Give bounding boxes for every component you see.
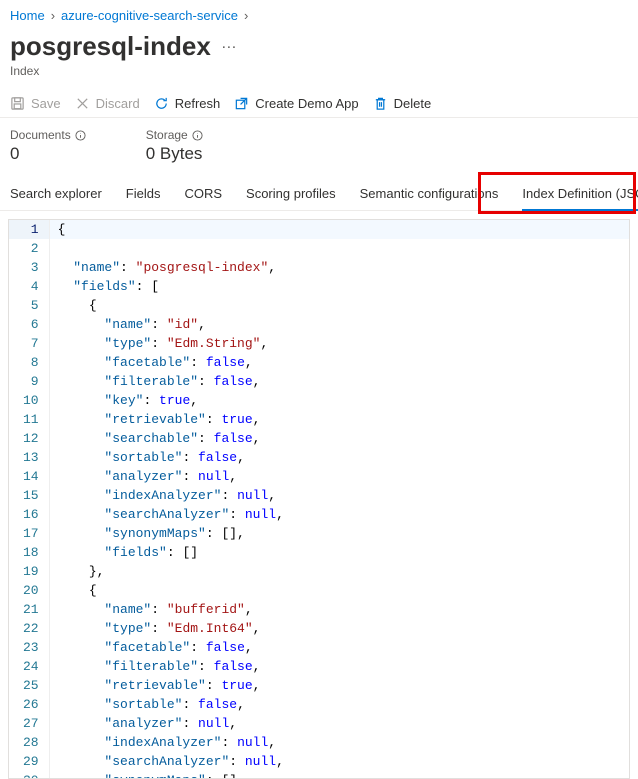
discard-button: Discard xyxy=(75,96,140,111)
stats-row: Documents 0 Storage 0 Bytes xyxy=(0,118,638,178)
more-actions-button[interactable]: … xyxy=(221,35,237,59)
chevron-right-icon: › xyxy=(244,8,248,23)
breadcrumb: Home › azure-cognitive-search-service › xyxy=(0,0,638,27)
close-icon xyxy=(75,96,90,111)
page-title: posgresql-index xyxy=(10,31,211,62)
chevron-right-icon: › xyxy=(51,8,55,23)
tabs: Search explorer Fields CORS Scoring prof… xyxy=(0,178,638,211)
breadcrumb-home[interactable]: Home xyxy=(10,8,45,23)
create-demo-app-button[interactable]: Create Demo App xyxy=(234,96,358,111)
discard-label: Discard xyxy=(96,96,140,111)
tab-semantic-configurations[interactable]: Semantic configurations xyxy=(360,178,499,210)
breadcrumb-service[interactable]: azure-cognitive-search-service xyxy=(61,8,238,23)
json-editor[interactable]: 1234567891011121314151617181920212223242… xyxy=(8,219,630,779)
trash-icon xyxy=(373,96,388,111)
demo-label: Create Demo App xyxy=(255,96,358,111)
save-icon xyxy=(10,96,25,111)
storage-label: Storage xyxy=(146,128,188,142)
save-button: Save xyxy=(10,96,61,111)
info-icon[interactable] xyxy=(192,130,203,141)
tab-cors[interactable]: CORS xyxy=(184,178,222,210)
documents-value: 0 xyxy=(10,144,86,164)
storage-value: 0 Bytes xyxy=(146,144,203,164)
save-label: Save xyxy=(31,96,61,111)
tab-fields[interactable]: Fields xyxy=(126,178,161,210)
editor-gutter: 1234567891011121314151617181920212223242… xyxy=(9,220,50,778)
refresh-button[interactable]: Refresh xyxy=(154,96,221,111)
documents-stat: Documents 0 xyxy=(10,128,86,164)
tab-index-definition-json[interactable]: Index Definition (JSON) xyxy=(522,178,638,211)
delete-button[interactable]: Delete xyxy=(373,96,432,111)
external-link-icon xyxy=(234,96,249,111)
refresh-label: Refresh xyxy=(175,96,221,111)
documents-label: Documents xyxy=(10,128,71,142)
refresh-icon xyxy=(154,96,169,111)
tab-scoring-profiles[interactable]: Scoring profiles xyxy=(246,178,336,210)
tab-search-explorer[interactable]: Search explorer xyxy=(10,178,102,210)
toolbar: Save Discard Refresh Create Demo App Del… xyxy=(0,90,638,118)
page-subtitle: Index xyxy=(0,64,638,90)
delete-label: Delete xyxy=(394,96,432,111)
info-icon[interactable] xyxy=(75,130,86,141)
storage-stat: Storage 0 Bytes xyxy=(146,128,203,164)
editor-code[interactable]: { "name": "posgresql-index", "fields": [… xyxy=(50,220,629,778)
